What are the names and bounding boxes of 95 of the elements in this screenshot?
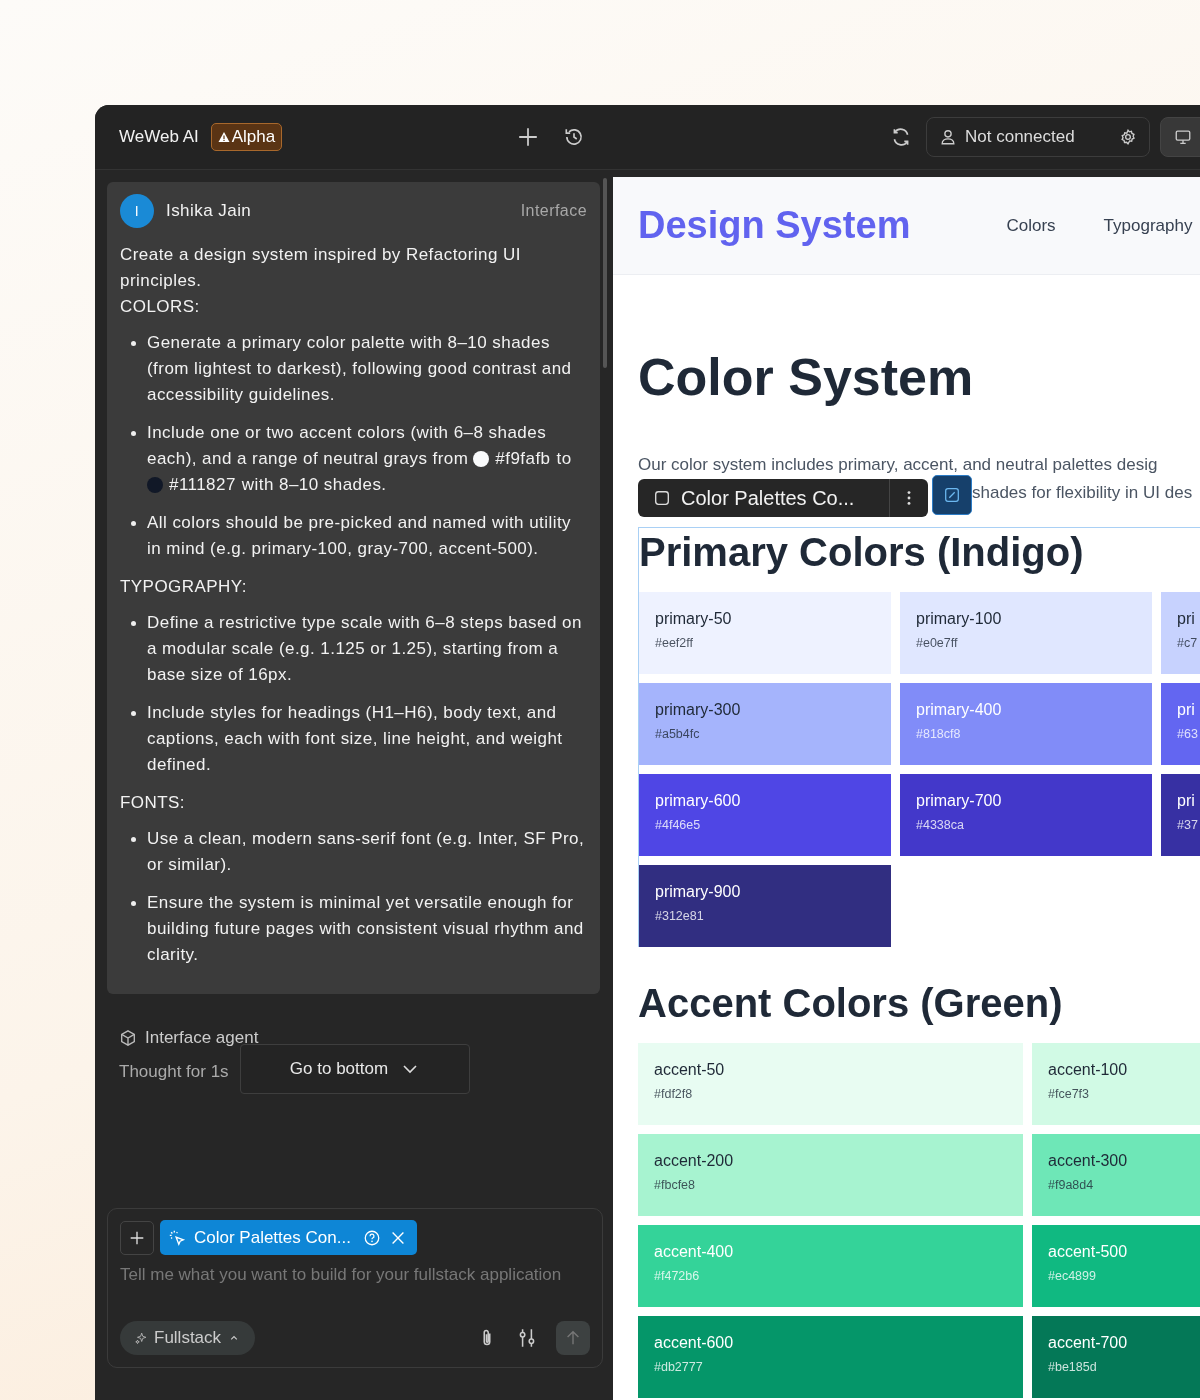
- warning-icon: [217, 131, 230, 143]
- avatar: I: [120, 194, 154, 228]
- swatch-hex: #f472b6: [654, 1269, 701, 1283]
- message-text: FONTS:: [120, 792, 187, 814]
- swatch-hex: #fbcfe8: [654, 1178, 696, 1192]
- swatch-hex: #a5b4fc: [655, 727, 701, 741]
- swatch-name: primary-300: [655, 701, 742, 719]
- help-icon[interactable]: [362, 1228, 381, 1247]
- go-to-bottom-button[interactable]: Go to bottom: [240, 1044, 470, 1094]
- intro-text: shades for flexibility in UI des: [972, 482, 1194, 504]
- swatch-hex: #312e81: [655, 909, 705, 923]
- nav-link[interactable]: Typography: [1103, 215, 1193, 236]
- cursor-click-icon: [168, 1228, 186, 1247]
- history-icon[interactable]: [563, 126, 585, 148]
- thought-status[interactable]: Thought for 1s: [119, 1062, 229, 1082]
- arrow-up-icon: [564, 1329, 582, 1347]
- message-text: Generate a primary color palette with 8–10 shades (from lightest to darkest), following good contrast and accessibility guidelines.: [147, 332, 573, 406]
- bullet-icon: [131, 901, 136, 906]
- swatch-hex: #818cf8: [916, 727, 962, 741]
- monitor-icon: [1174, 128, 1192, 146]
- prompt-field[interactable]: Color Palettes Con... Tell me what you want to build for your fullstack application Fullstack: [107, 1208, 603, 1368]
- message-text: Define a restrictive type scale with 6–8 steps based on a modular scale (e.g. 1.125 or 1.25), starting from a base size of 16px.: [147, 612, 583, 686]
- swatch-name: accent-50: [654, 1061, 726, 1079]
- swatch-hex: #fdf2f8: [654, 1087, 694, 1101]
- swatch-name: primary-100: [916, 610, 1003, 628]
- settings-icon[interactable]: [1119, 128, 1137, 146]
- square-icon: [653, 489, 671, 507]
- swatch-hex: #37: [1177, 818, 1199, 832]
- plus-icon[interactable]: [517, 126, 539, 148]
- bullet-icon: [131, 621, 136, 626]
- swatch-hex: #4f46e5: [655, 818, 702, 832]
- swatch-hex: #eef2ff: [655, 636, 694, 650]
- edit-icon: [943, 486, 961, 504]
- site-brand[interactable]: Design System: [638, 204, 911, 247]
- bullet-icon: [131, 431, 136, 436]
- swatch-name: primary-600: [655, 792, 742, 810]
- section-title: Accent Colors (Green): [638, 980, 1064, 1027]
- swatch-name: primary-900: [655, 883, 742, 901]
- author-name: Ishika Jain: [166, 200, 253, 222]
- swatch-name: accent-400: [654, 1243, 735, 1261]
- swatch-hex: #db2777: [654, 1360, 704, 1374]
- section-title: Primary Colors (Indigo): [639, 529, 1085, 576]
- swatch-name: pri: [1177, 610, 1196, 628]
- message-text: Include styles for headings (H1–H6), body text, and captions, each with font size, line height, and weight defined.: [147, 702, 564, 776]
- message-text: Create a design system inspired by Refactoring UI principles.: [120, 244, 522, 292]
- swatch-name: accent-600: [654, 1334, 735, 1352]
- message-text: Include one or two accent colors (with 6–8 shades each), and a range of neutral grays from #f9fafb to #111827 with 8–10 shades.: [147, 422, 573, 496]
- swatch-name: primary-400: [916, 701, 1003, 719]
- swatch-name: accent-500: [1048, 1243, 1129, 1261]
- scrollbar-thumb[interactable]: [603, 178, 607, 368]
- swatch-name: pri: [1177, 792, 1196, 810]
- swatch-hex: #e0e7ff: [916, 636, 959, 650]
- connection-status: Not connected: [965, 127, 1076, 147]
- bullet-icon: [131, 711, 136, 716]
- swatch-hex: #f9a8d4: [1048, 1178, 1095, 1192]
- swatch-hex: #be185d: [1048, 1360, 1098, 1374]
- swatch-name: accent-300: [1048, 1152, 1129, 1170]
- swatch-name: pri: [1177, 701, 1196, 719]
- message-text: Ensure the system is minimal yet versatile enough for building future pages with consistent visual rhythm and clarity.: [147, 892, 585, 966]
- add-button[interactable]: [120, 1220, 154, 1255]
- swatch-hex: #c7: [1177, 636, 1199, 650]
- message-text: COLORS:: [120, 296, 201, 318]
- swatch-hex: #ec4899: [1048, 1269, 1097, 1283]
- swatch-name: accent-100: [1048, 1061, 1129, 1079]
- swatch-name: primary-700: [916, 792, 1003, 810]
- swatch-name: primary-50: [655, 610, 733, 628]
- chip-label: Color Palettes Con...: [194, 1227, 351, 1248]
- app-name: WeWeb AI: [119, 127, 199, 147]
- element-toolbar[interactable]: Color Palettes Co...: [638, 479, 928, 517]
- edit-button[interactable]: [932, 475, 972, 515]
- device-button[interactable]: [1160, 117, 1200, 157]
- nav-link[interactable]: Colors: [1006, 215, 1056, 236]
- swatch-hex: #4338ca: [916, 818, 965, 832]
- connection-button[interactable]: Not connected: [926, 117, 1150, 157]
- message-text: All colors should be pre-picked and named with utility in mind (e.g. primary-100, gray-700, accent-500).: [147, 512, 572, 560]
- bullet-icon: [131, 341, 136, 346]
- intro-text: Our color system includes primary, accent, and neutral palettes desig: [638, 454, 1159, 476]
- bullet-icon: [131, 521, 136, 526]
- badge-label: Alpha: [231, 127, 276, 147]
- swatch-name: accent-700: [1048, 1334, 1129, 1352]
- message-tag: Interface: [520, 198, 587, 224]
- message-text: TYPOGRAPHY:: [120, 576, 248, 598]
- bullet-icon: [131, 837, 136, 842]
- send-button[interactable]: [556, 1321, 590, 1355]
- mode-button[interactable]: Fullstack: [120, 1321, 256, 1355]
- user-icon: [939, 128, 957, 146]
- context-chip[interactable]: Color Palettes Con...: [160, 1220, 417, 1255]
- page-title: Color System: [638, 347, 975, 407]
- swatch-name: accent-200: [654, 1152, 735, 1170]
- element-label: Color Palettes Co...: [681, 486, 856, 510]
- sparkle-icon: [134, 1331, 148, 1345]
- swatch-hex: #fce7f3: [1048, 1087, 1090, 1101]
- cube-icon: [119, 1029, 137, 1047]
- swatch-hex: #63: [1177, 727, 1199, 741]
- message-text: Use a clean, modern sans-serif font (e.g. Inter, SF Pro, or similar).: [147, 828, 586, 876]
